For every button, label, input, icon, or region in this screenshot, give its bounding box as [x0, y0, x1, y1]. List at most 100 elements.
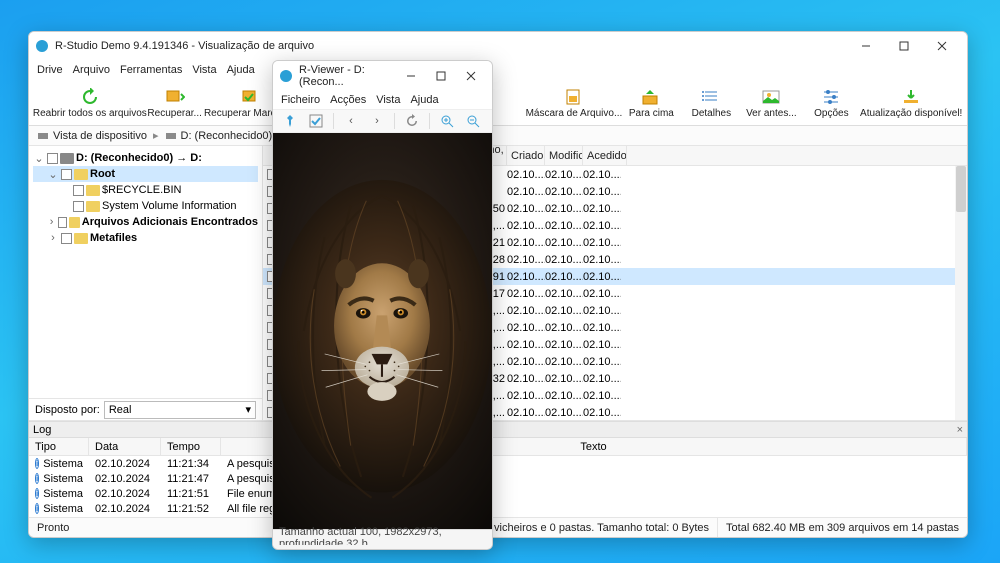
viewer-titlebar[interactable]: R-Viewer - D: (Recon...	[273, 61, 492, 91]
device-icon	[37, 130, 49, 142]
viewer-menu-ficheiro[interactable]: Ficheiro	[281, 94, 320, 106]
viewer-menu-accoes[interactable]: Acções	[330, 94, 366, 106]
download-icon	[900, 87, 922, 107]
update-button[interactable]: Atualização disponível!	[861, 81, 961, 125]
file-created: 02.10....	[507, 339, 545, 351]
menu-ferramentas[interactable]: Ferramentas	[120, 64, 182, 76]
reopen-button[interactable]: Reabrir todos os arquivos	[35, 81, 145, 125]
log-row[interactable]: iSistema02.10.202411:21:34A pesquisa de …	[29, 456, 967, 471]
scrollbar-thumb[interactable]	[956, 166, 966, 212]
minimize-button[interactable]	[847, 32, 885, 60]
menu-vista[interactable]: Vista	[192, 64, 216, 76]
expand-icon[interactable]: ›	[47, 216, 56, 228]
options-button[interactable]: Opções	[801, 81, 861, 125]
log-row[interactable]: iSistema02.10.202411:21:47A pesquisa est…	[29, 471, 967, 486]
file-accessed: 02.10....	[583, 186, 621, 198]
preview-button[interactable]: Ver antes...	[741, 81, 801, 125]
checkbox[interactable]	[61, 169, 72, 180]
col-accessed[interactable]: Acedido	[583, 146, 627, 165]
log-body[interactable]: iSistema02.10.202411:21:34A pesquisa de …	[29, 456, 967, 517]
tree-root[interactable]: D: (Reconhecido0) → D:	[76, 152, 202, 164]
viewer-minimize-button[interactable]	[396, 61, 426, 91]
info-icon: i	[35, 503, 39, 514]
file-modified: 02.10....	[545, 288, 583, 300]
log-col-date[interactable]: Data	[89, 438, 161, 455]
file-accessed: 02.10....	[583, 373, 621, 385]
menu-ajuda[interactable]: Ajuda	[227, 64, 255, 76]
collapse-icon[interactable]: ⌄	[33, 152, 45, 165]
zoom-out-icon[interactable]	[464, 112, 482, 130]
file-created: 02.10....	[507, 237, 545, 249]
next-icon[interactable]: ›	[368, 112, 386, 130]
tree-extra[interactable]: Arquivos Adicionais Encontrados	[82, 216, 258, 228]
tree-recycle[interactable]: $RECYCLE.BIN	[102, 184, 181, 196]
sort-label: Disposto por:	[35, 404, 100, 416]
file-accessed: 02.10....	[583, 339, 621, 351]
preview-icon	[760, 87, 782, 107]
checkbox[interactable]	[61, 233, 72, 244]
statusbar: Pronto Marcado: 0 vicheiros e 0 pastas. …	[29, 517, 967, 537]
tree-meta[interactable]: Metafiles	[90, 232, 137, 244]
checkbox[interactable]	[58, 217, 67, 228]
up-button[interactable]: Para cima	[621, 81, 681, 125]
close-button[interactable]	[923, 32, 961, 60]
folder-icon	[74, 233, 88, 244]
file-modified: 02.10....	[545, 237, 583, 249]
window-title: R-Studio Demo 9.4.191346 - Visualização …	[55, 40, 847, 52]
menu-arquivo[interactable]: Arquivo	[73, 64, 110, 76]
lion-image	[273, 133, 492, 529]
info-icon: i	[35, 473, 39, 484]
file-modified: 02.10....	[545, 356, 583, 368]
checkbox[interactable]	[47, 153, 58, 164]
log-row[interactable]: iSistema02.10.202411:21:51File enumerati…	[29, 486, 967, 501]
file-created: 02.10....	[507, 373, 545, 385]
log-close-button[interactable]: ×	[957, 424, 963, 436]
titlebar[interactable]: R-Studio Demo 9.4.191346 - Visualização …	[29, 32, 967, 60]
log-row[interactable]: iSistema02.10.202411:21:52All file regio…	[29, 501, 967, 516]
zoom-in-icon[interactable]	[438, 112, 456, 130]
scrollbar[interactable]	[955, 166, 967, 420]
viewer-close-button[interactable]	[456, 61, 486, 91]
recover-marked-icon	[240, 87, 262, 107]
prev-icon[interactable]: ‹	[342, 112, 360, 130]
file-created: 02.10....	[507, 169, 545, 181]
expand-icon[interactable]: ›	[47, 232, 59, 244]
refresh-icon	[79, 87, 101, 107]
col-created[interactable]: Criado	[507, 146, 545, 165]
viewer-resize[interactable]	[273, 545, 492, 549]
drive-icon	[165, 130, 177, 142]
checkbox[interactable]	[73, 185, 84, 196]
pin-icon[interactable]	[281, 112, 299, 130]
options-icon	[820, 87, 842, 107]
recover-button[interactable]: Recuperar...	[145, 81, 205, 125]
log-col-type[interactable]: Tipo	[29, 438, 89, 455]
col-modified[interactable]: Modificado	[545, 146, 583, 165]
file-accessed: 02.10....	[583, 322, 621, 334]
log-col-time[interactable]: Tempo	[161, 438, 221, 455]
viewer-title: R-Viewer - D: (Recon...	[299, 64, 396, 88]
folder-icon	[69, 217, 80, 228]
viewer-menu-ajuda[interactable]: Ajuda	[410, 94, 438, 106]
filemask-button[interactable]: Máscara de Arquivo...	[526, 81, 621, 125]
folder-icon	[86, 201, 100, 212]
details-button[interactable]: Detalhes	[681, 81, 741, 125]
viewer-maximize-button[interactable]	[426, 61, 456, 91]
file-created: 02.10....	[507, 271, 545, 283]
tree-svi[interactable]: System Volume Information	[102, 200, 237, 212]
maximize-button[interactable]	[885, 32, 923, 60]
folder-icon	[86, 185, 100, 196]
image-viewport[interactable]	[273, 133, 492, 529]
sort-select[interactable]: Real▾	[104, 401, 256, 419]
folder-tree[interactable]: ⌄ D: (Reconhecido0) → D: ⌄ Root $RECYCLE.B…	[29, 146, 262, 398]
menu-drive[interactable]: Drive	[37, 64, 63, 76]
checkbox[interactable]	[73, 201, 84, 212]
device-view-tab[interactable]: Vista de dispositivo	[37, 130, 147, 142]
tree-root-folder[interactable]: Root	[90, 168, 115, 180]
check-icon[interactable]	[307, 112, 325, 130]
viewer-menu-vista[interactable]: Vista	[376, 94, 400, 106]
refresh-icon[interactable]	[403, 112, 421, 130]
breadcrumb: Vista de dispositivo ▸ D: (Reconhecido0)…	[29, 126, 967, 146]
collapse-icon[interactable]: ⌄	[47, 168, 59, 181]
chevron-down-icon: ▾	[245, 403, 251, 416]
file-accessed: 02.10....	[583, 356, 621, 368]
